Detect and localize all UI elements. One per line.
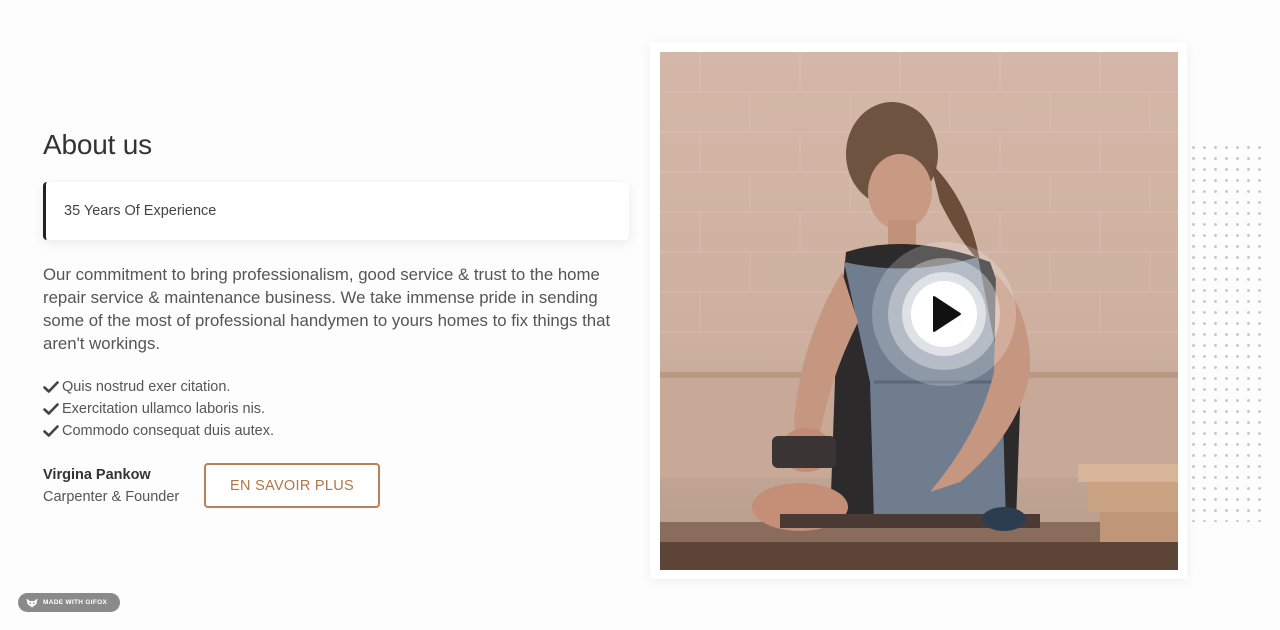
checklist-item: Quis nostrud exer citation. — [43, 376, 633, 398]
author-row: Virgina Pankow Carpenter & Founder EN SA… — [43, 463, 633, 508]
author-info: Virgina Pankow Carpenter & Founder — [43, 464, 204, 508]
about-section: About us 35 Years Of Experience Our comm… — [0, 0, 1280, 630]
about-description: Our commitment to bring professionalism,… — [43, 265, 611, 353]
play-button-core — [911, 281, 977, 347]
checklist-item: Exercitation ullamco laboris nis. — [43, 398, 633, 420]
experience-box: 35 Years Of Experience — [43, 182, 629, 240]
fox-icon — [26, 598, 38, 607]
video-thumbnail[interactable] — [660, 52, 1178, 570]
dot-pattern — [1188, 142, 1268, 522]
checklist-item: Commodo consequat duis autex. — [43, 420, 633, 442]
play-icon — [932, 296, 961, 332]
play-button[interactable] — [872, 242, 1016, 386]
video-frame — [650, 42, 1187, 579]
badge-label: MADE WITH GIFOX — [43, 599, 108, 606]
checklist-item-label: Commodo consequat duis autex. — [62, 423, 274, 439]
check-icon — [43, 380, 59, 394]
experience-text: 35 Years Of Experience — [64, 203, 217, 219]
checklist-item-label: Exercitation ullamco laboris nis. — [62, 401, 266, 417]
check-icon — [43, 402, 59, 416]
feature-checklist: Quis nostrud exer citation. Exercitation… — [43, 376, 633, 442]
about-content: About us 35 Years Of Experience Our comm… — [43, 128, 633, 508]
play-ring-inner — [902, 272, 986, 356]
author-role: Carpenter & Founder — [43, 488, 180, 505]
learn-more-button[interactable]: EN SAVOIR PLUS — [204, 463, 380, 508]
check-icon — [43, 424, 59, 438]
section-title: About us — [43, 129, 152, 160]
made-with-gifox-badge[interactable]: MADE WITH GIFOX — [18, 593, 120, 612]
play-ring — [888, 258, 1000, 370]
author-name: Virgina Pankow — [43, 466, 151, 483]
checklist-item-label: Quis nostrud exer citation. — [62, 379, 231, 395]
